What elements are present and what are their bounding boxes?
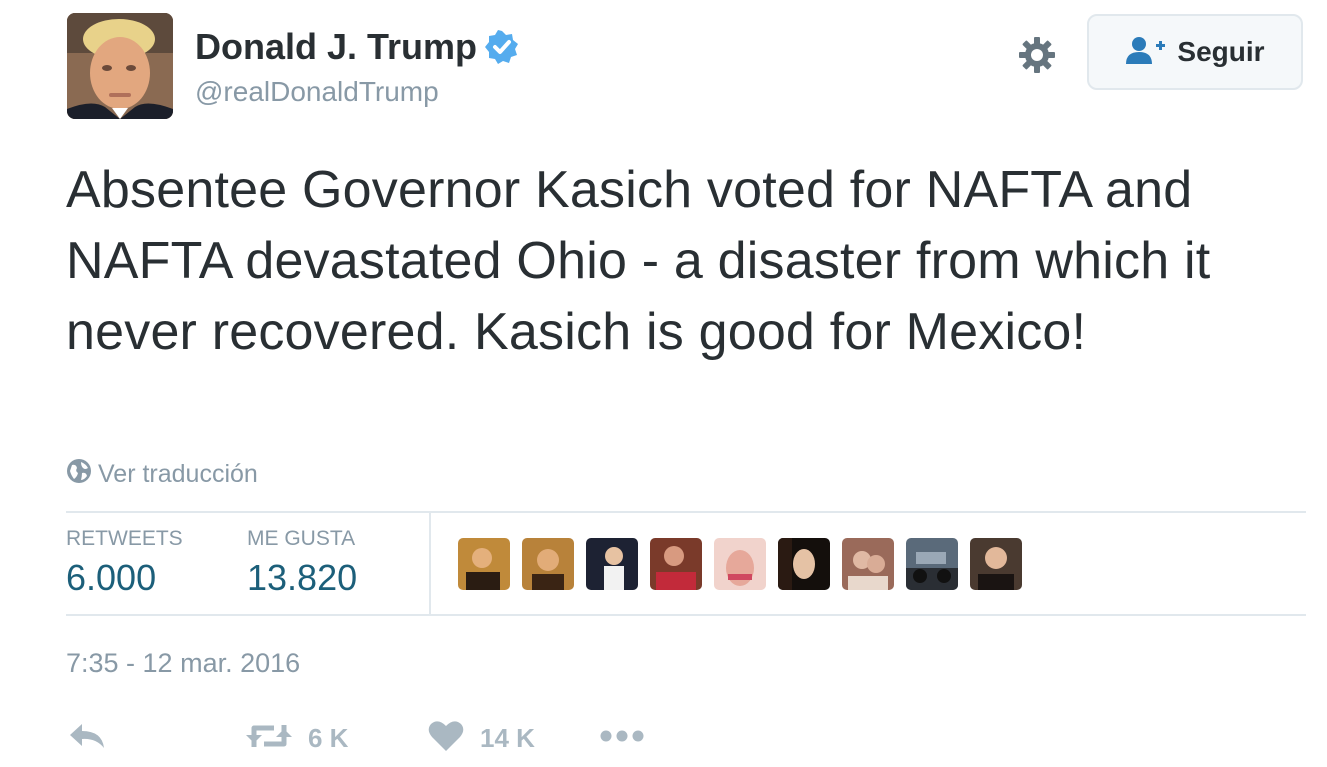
stats-top-divider bbox=[66, 511, 1306, 513]
reply-button[interactable] bbox=[68, 718, 108, 758]
liker-avatar[interactable] bbox=[586, 538, 638, 590]
author-handle[interactable]: @realDonaldTrump bbox=[195, 76, 439, 108]
retweets-count[interactable]: 6.000 bbox=[66, 557, 156, 599]
author-avatar[interactable] bbox=[67, 13, 173, 119]
author-avatar-image bbox=[67, 13, 173, 119]
liker-avatar[interactable] bbox=[714, 538, 766, 590]
gear-icon[interactable] bbox=[1015, 33, 1059, 77]
reply-icon bbox=[68, 721, 108, 756]
tweet-text: Absentee Governor Kasich voted for NAFTA… bbox=[66, 161, 1211, 361]
more-button[interactable] bbox=[600, 718, 644, 758]
liker-avatar[interactable] bbox=[650, 538, 702, 590]
liker-avatar[interactable] bbox=[842, 538, 894, 590]
like-count: 14 K bbox=[480, 722, 535, 753]
stats-bottom-divider bbox=[66, 614, 1306, 616]
translate-label: Ver traducción bbox=[98, 460, 258, 488]
liker-avatar[interactable] bbox=[778, 538, 830, 590]
add-user-icon bbox=[1125, 35, 1167, 70]
likes-count[interactable]: 13.820 bbox=[247, 557, 357, 599]
retweet-button[interactable]: 6 K bbox=[246, 718, 348, 758]
liker-avatar[interactable] bbox=[522, 538, 574, 590]
author-display-name[interactable]: Donald J. Trump bbox=[195, 26, 477, 68]
tweet-actions: 6 K 14 K bbox=[0, 718, 1327, 758]
follow-button-label: Seguir bbox=[1177, 36, 1265, 67]
follow-button[interactable]: Seguir bbox=[1087, 14, 1303, 90]
author-name-row[interactable]: Donald J. Trump bbox=[195, 26, 519, 68]
liker-avatar[interactable] bbox=[458, 538, 510, 590]
globe-icon bbox=[66, 458, 92, 491]
verified-badge-icon bbox=[485, 30, 519, 64]
liker-avatars bbox=[458, 538, 1022, 590]
retweet-icon bbox=[246, 721, 292, 756]
heart-icon bbox=[428, 720, 464, 757]
liker-avatar[interactable] bbox=[906, 538, 958, 590]
liker-avatar[interactable] bbox=[970, 538, 1022, 590]
likes-label: ME GUSTA bbox=[247, 527, 356, 550]
retweets-label: RETWEETS bbox=[66, 527, 183, 550]
stats-vertical-divider bbox=[429, 512, 431, 615]
retweet-count: 6 K bbox=[308, 722, 349, 753]
like-button[interactable]: 14 K bbox=[428, 718, 535, 758]
more-dots-icon bbox=[600, 729, 644, 748]
translate-link[interactable]: Ver traducción bbox=[66, 458, 258, 491]
tweet-timestamp[interactable]: 7:35 - 12 mar. 2016 bbox=[66, 648, 300, 679]
